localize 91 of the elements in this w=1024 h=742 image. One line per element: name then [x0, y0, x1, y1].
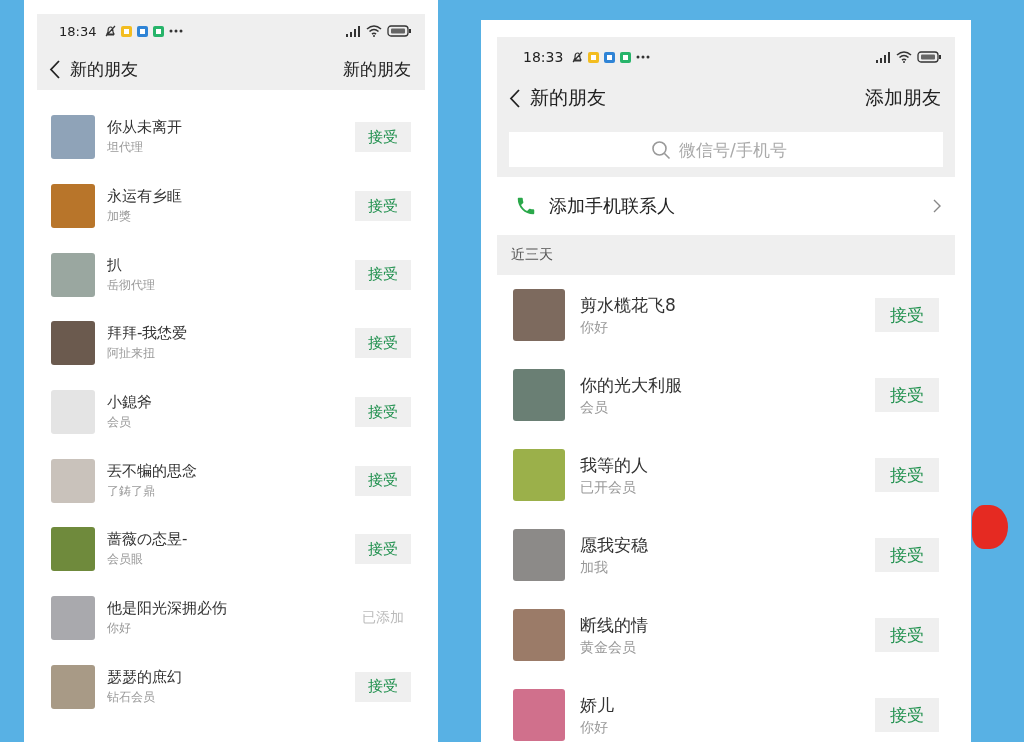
accept-button[interactable]: 接受	[355, 465, 411, 496]
friend-name: 扒	[107, 255, 123, 275]
friend-note: 会员	[107, 414, 132, 432]
status-time: 18:34	[59, 23, 97, 39]
friend-note: 会员眼	[107, 551, 144, 569]
avatar-photo-placeholder	[51, 596, 95, 641]
accept-button[interactable]: 接受	[875, 538, 939, 572]
avatar-photo-placeholder	[51, 527, 95, 572]
friend-name: 永运有乡眶	[107, 187, 183, 207]
friend-note: 你好	[580, 718, 609, 737]
added-status: 已添加	[361, 609, 405, 628]
add-contacts-label: 添加手机联系人	[549, 194, 675, 218]
friend-note: 已开会员	[580, 478, 637, 497]
friend-name: 娇儿	[580, 693, 615, 717]
accept-button[interactable]: 接受	[875, 378, 939, 412]
accept-button[interactable]: 接受	[355, 191, 411, 222]
friend-note: 阿扯来扭	[107, 345, 156, 363]
back-icon[interactable]	[49, 59, 60, 79]
more-icon	[636, 55, 651, 59]
avatar-photo-placeholder	[51, 115, 95, 160]
friend-name: 瑟瑟的庶幻	[107, 667, 183, 687]
header-action[interactable]: 新的朋友	[343, 57, 411, 81]
friend-name: 你的光大利服	[580, 373, 683, 397]
avatar-photo-placeholder	[513, 689, 565, 741]
accept-button[interactable]: 接受	[355, 122, 411, 153]
friend-name: 小鎴斧	[107, 393, 153, 413]
friend-note: 你好	[107, 620, 132, 638]
avatar-photo-placeholder	[51, 664, 95, 709]
accept-button[interactable]: 接受	[355, 259, 411, 290]
friend-note: 坦代理	[107, 139, 144, 157]
signal-icon	[345, 25, 361, 37]
avatar-photo-placeholder	[513, 289, 565, 341]
accept-button[interactable]: 接受	[355, 397, 411, 428]
friend-name: 丟不犏的思念	[107, 461, 198, 481]
friend-note: 你好	[580, 318, 609, 337]
friend-name: 他是阳光深拥必伤	[107, 599, 228, 619]
app-notification-icon	[604, 51, 616, 63]
status-time: 18:33	[523, 49, 564, 65]
accept-button[interactable]: 接受	[875, 698, 939, 732]
friend-note: 了鋳了鼎	[107, 482, 156, 500]
page-title: 新的朋友	[530, 85, 606, 110]
app-notification-icon	[588, 51, 600, 63]
app-notification-icon	[153, 25, 165, 37]
search-icon	[651, 139, 671, 160]
app-notification-icon	[620, 51, 632, 63]
back-icon[interactable]	[509, 88, 520, 108]
alarm-icon	[105, 25, 117, 37]
battery-icon	[387, 25, 411, 37]
wifi-icon	[366, 25, 382, 37]
friend-note: 加我	[580, 558, 609, 577]
app-notification-icon	[121, 25, 133, 37]
page-title: 新的朋友	[70, 57, 138, 81]
signal-icon	[875, 51, 891, 63]
search-field[interactable]: 微信号/手机号	[677, 138, 801, 161]
friend-name: 蔷薇の态昱-	[107, 530, 189, 550]
wifi-icon	[896, 51, 912, 63]
avatar-photo-placeholder	[513, 529, 565, 581]
accept-button[interactable]: 接受	[355, 534, 411, 565]
friend-note: 钻石会员	[107, 688, 156, 706]
avatar-photo-placeholder	[51, 458, 95, 503]
phone-icon	[515, 195, 537, 217]
friend-note: 岳彻代理	[107, 276, 156, 294]
avatar-photo-placeholder	[51, 321, 95, 366]
accept-button[interactable]: 接受	[875, 298, 939, 332]
decorative-blob	[972, 505, 1008, 549]
accept-button[interactable]: 接受	[355, 328, 411, 359]
avatar-photo-placeholder	[513, 609, 565, 661]
friend-name: 你从未离开	[107, 118, 183, 138]
avatar-photo-placeholder	[51, 184, 95, 229]
header-action[interactable]: 添加朋友	[865, 85, 941, 111]
friend-name: 愿我安稳	[580, 533, 649, 557]
chevron-right-icon	[933, 199, 941, 213]
friend-name: 断线的情	[580, 613, 649, 637]
accept-button[interactable]: 接受	[355, 671, 411, 702]
friend-name: 我等的人	[580, 453, 649, 477]
app-notification-icon	[137, 25, 149, 37]
friend-note: 黄金会员	[580, 638, 637, 657]
friend-note: 加獎	[107, 208, 132, 226]
friend-name: 拜拜-我恷爱	[107, 324, 189, 344]
friend-name: 剪水榄花飞8	[580, 293, 677, 317]
avatar-photo-placeholder	[51, 390, 95, 435]
accept-button[interactable]: 接受	[875, 458, 939, 492]
avatar-photo-placeholder	[51, 252, 95, 297]
section-label: 近三天	[511, 246, 553, 264]
more-icon	[169, 29, 184, 33]
alarm-icon	[572, 51, 584, 63]
accept-button[interactable]: 接受	[875, 618, 939, 652]
friend-note: 会员	[580, 398, 609, 417]
avatar-photo-placeholder	[513, 449, 565, 501]
battery-icon	[917, 51, 941, 63]
avatar-photo-placeholder	[513, 369, 565, 421]
